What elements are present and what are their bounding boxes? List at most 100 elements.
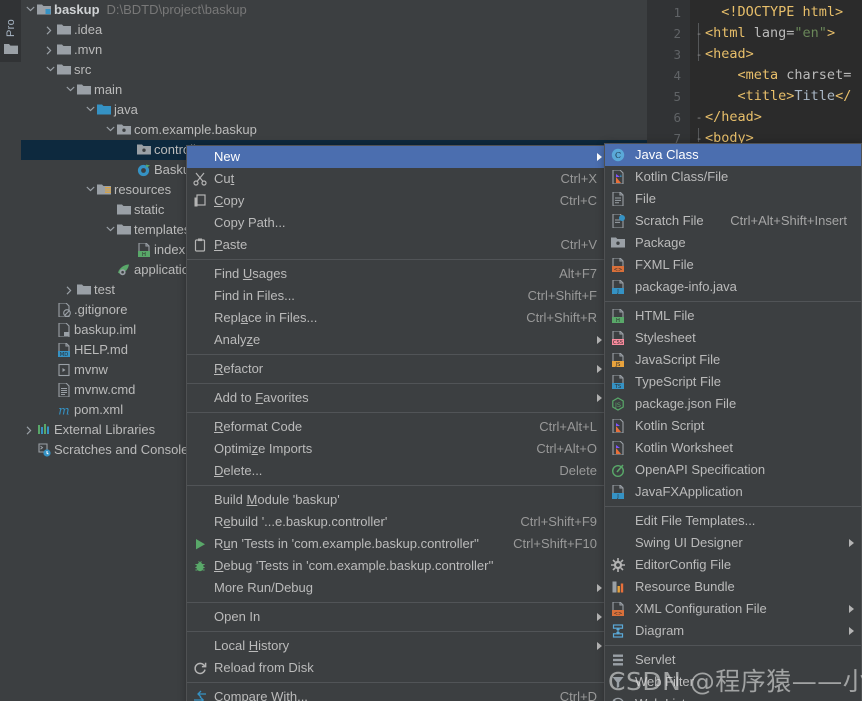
tree-row[interactable]: baskup D:\BDTD\project\baskup [21, 0, 647, 20]
tree-toggle-down-icon[interactable] [25, 0, 36, 20]
menu-item[interactable]: <> FXML File [605, 254, 861, 276]
tree-row[interactable]: com.example.baskup [21, 120, 647, 140]
menu-item[interactable]: JS package.json File [605, 393, 861, 415]
scratch-file-icon [609, 210, 629, 232]
context-menu[interactable]: New Cut Ctrl+X Copy Ctrl+C Copy Path... Paste C… [186, 145, 610, 701]
menu-item[interactable]: Find in Files... Ctrl+Shift+F [187, 285, 609, 307]
menu-item[interactable]: Swing UI Designer [605, 532, 861, 554]
fold-marker[interactable]: - [693, 107, 705, 128]
menu-item[interactable]: Analyze [187, 329, 609, 351]
tree-toggle-down-icon[interactable] [85, 180, 96, 200]
tree-row[interactable]: main [21, 80, 647, 100]
tree-toggle-down-icon[interactable] [65, 80, 76, 100]
menu-item[interactable]: J JavaFXApplication [605, 481, 861, 503]
menu-item[interactable]: Compare With... Ctrl+D [187, 686, 609, 701]
menu-item[interactable]: OpenAPI Specification [605, 459, 861, 481]
menu-item-shortcut: Ctrl+X [560, 171, 597, 186]
folder-icon [116, 200, 134, 220]
menu-item-label: FXML File [635, 257, 694, 272]
tree-toggle-right-icon[interactable] [45, 40, 56, 60]
menu-item[interactable]: <> XML Configuration File [605, 598, 861, 620]
menu-item[interactable]: Paste Ctrl+V [187, 234, 609, 256]
menu-item-label: Rebuild '...e.baskup.controller' [214, 514, 388, 529]
tree-toggle-right-icon[interactable] [65, 280, 76, 300]
menu-item[interactable]: H HTML File [605, 305, 861, 327]
menu-item[interactable]: Edit File Templates... [605, 510, 861, 532]
menu-item[interactable]: Copy Path... [187, 212, 609, 234]
menu-item[interactable]: Servlet [605, 649, 861, 671]
menu-item[interactable]: JS JavaScript File [605, 349, 861, 371]
tree-arrow-placeholder [45, 300, 56, 320]
kotlin-worksheet-icon [609, 437, 629, 459]
iml-file-icon [56, 320, 74, 340]
line-number: 5 [673, 89, 681, 104]
new-submenu[interactable]: C Java Class Kotlin Class/File File Scratch … [604, 143, 862, 701]
menu-item[interactable]: Find Usages Alt+F7 [187, 263, 609, 285]
menu-item[interactable]: Run 'Tests in 'com.example.baskup.contro… [187, 533, 609, 555]
menu-item[interactable]: Kotlin Script [605, 415, 861, 437]
menu-item[interactable]: Scratch File Ctrl+Alt+Shift+Insert [605, 210, 861, 232]
menu-item-shortcut: Ctrl+Alt+Shift+Insert [730, 213, 847, 228]
tree-toggle-down-icon[interactable] [105, 120, 116, 140]
copy-icon [191, 190, 211, 212]
menu-item[interactable]: Build Module 'baskup' [187, 489, 609, 511]
code-text: <meta charset= [737, 67, 852, 83]
tree-row[interactable]: .idea [21, 20, 647, 40]
menu-item[interactable]: Web Listener [605, 693, 861, 701]
tree-row[interactable]: .mvn [21, 40, 647, 60]
menu-item[interactable]: File [605, 188, 861, 210]
menu-item[interactable]: Diagram [605, 620, 861, 642]
menu-item[interactable]: Refactor [187, 358, 609, 380]
fold-marker[interactable]: - [693, 23, 705, 44]
menu-item[interactable]: Copy Ctrl+C [187, 190, 609, 212]
gear-icon [609, 554, 629, 576]
menu-item[interactable]: Package [605, 232, 861, 254]
css-file-icon: CSS [609, 327, 629, 349]
menu-item[interactable]: Kotlin Worksheet [605, 437, 861, 459]
tree-toggle-down-icon[interactable] [45, 60, 56, 80]
menu-item[interactable]: New [187, 146, 609, 168]
tree-toggle-down-icon[interactable] [105, 220, 116, 240]
menu-item[interactable]: More Run/Debug [187, 577, 609, 599]
menu-item-label: Resource Bundle [635, 579, 735, 594]
folder-icon[interactable] [4, 43, 18, 58]
menu-item[interactable]: Open In [187, 606, 609, 628]
menu-item[interactable]: Resource Bundle [605, 576, 861, 598]
menu-item[interactable]: Delete... Delete [187, 460, 609, 482]
menu-item-shortcut: Alt+F7 [559, 266, 597, 281]
menu-item[interactable]: Add to Favorites [187, 387, 609, 409]
fold-marker[interactable]: - [693, 44, 705, 65]
menu-item[interactable]: Rebuild '...e.baskup.controller' Ctrl+Shi… [187, 511, 609, 533]
menu-item[interactable]: Reformat Code Ctrl+Alt+L [187, 416, 609, 438]
tree-row[interactable]: src [21, 60, 647, 80]
menu-item[interactable]: Cut Ctrl+X [187, 168, 609, 190]
menu-item[interactable]: Debug 'Tests in 'com.example.baskup.cont… [187, 555, 609, 577]
line-number: 3 [673, 47, 681, 62]
tree-toggle-right-icon[interactable] [45, 20, 56, 40]
openapi-icon [609, 459, 629, 481]
tree-row-label: main [94, 82, 123, 97]
menu-item[interactable]: Web Filter [605, 671, 861, 693]
menu-item[interactable]: Optimize Imports Ctrl+Alt+O [187, 438, 609, 460]
menu-item-shortcut: Ctrl+Shift+F9 [520, 514, 597, 529]
gitignore-file-icon [56, 300, 74, 320]
tree-toggle-down-icon[interactable] [85, 100, 96, 120]
paste-icon [191, 234, 211, 256]
menu-item[interactable]: Reload from Disk [187, 657, 609, 679]
menu-item[interactable]: Kotlin Class/File [605, 166, 861, 188]
code-text: <!DOCTYPE html> [721, 4, 844, 20]
scissors-icon [191, 168, 211, 190]
tree-toggle-right-icon[interactable] [25, 420, 36, 440]
menu-item[interactable]: CSS Stylesheet [605, 327, 861, 349]
menu-item[interactable]: Jpackage-info.java [605, 276, 861, 298]
tree-row[interactable]: java [21, 100, 647, 120]
menu-item[interactable]: TS TypeScript File [605, 371, 861, 393]
menu-item[interactable]: Replace in Files... Ctrl+Shift+R [187, 307, 609, 329]
tree-arrow-placeholder [125, 160, 136, 180]
tree-arrow-placeholder [125, 140, 136, 160]
menu-item[interactable]: EditorConfig File [605, 554, 861, 576]
svg-text:H: H [142, 252, 146, 257]
menu-item[interactable]: C Java Class [605, 144, 861, 166]
menu-item[interactable]: Local History [187, 635, 609, 657]
svg-text:<>: <> [614, 267, 623, 272]
